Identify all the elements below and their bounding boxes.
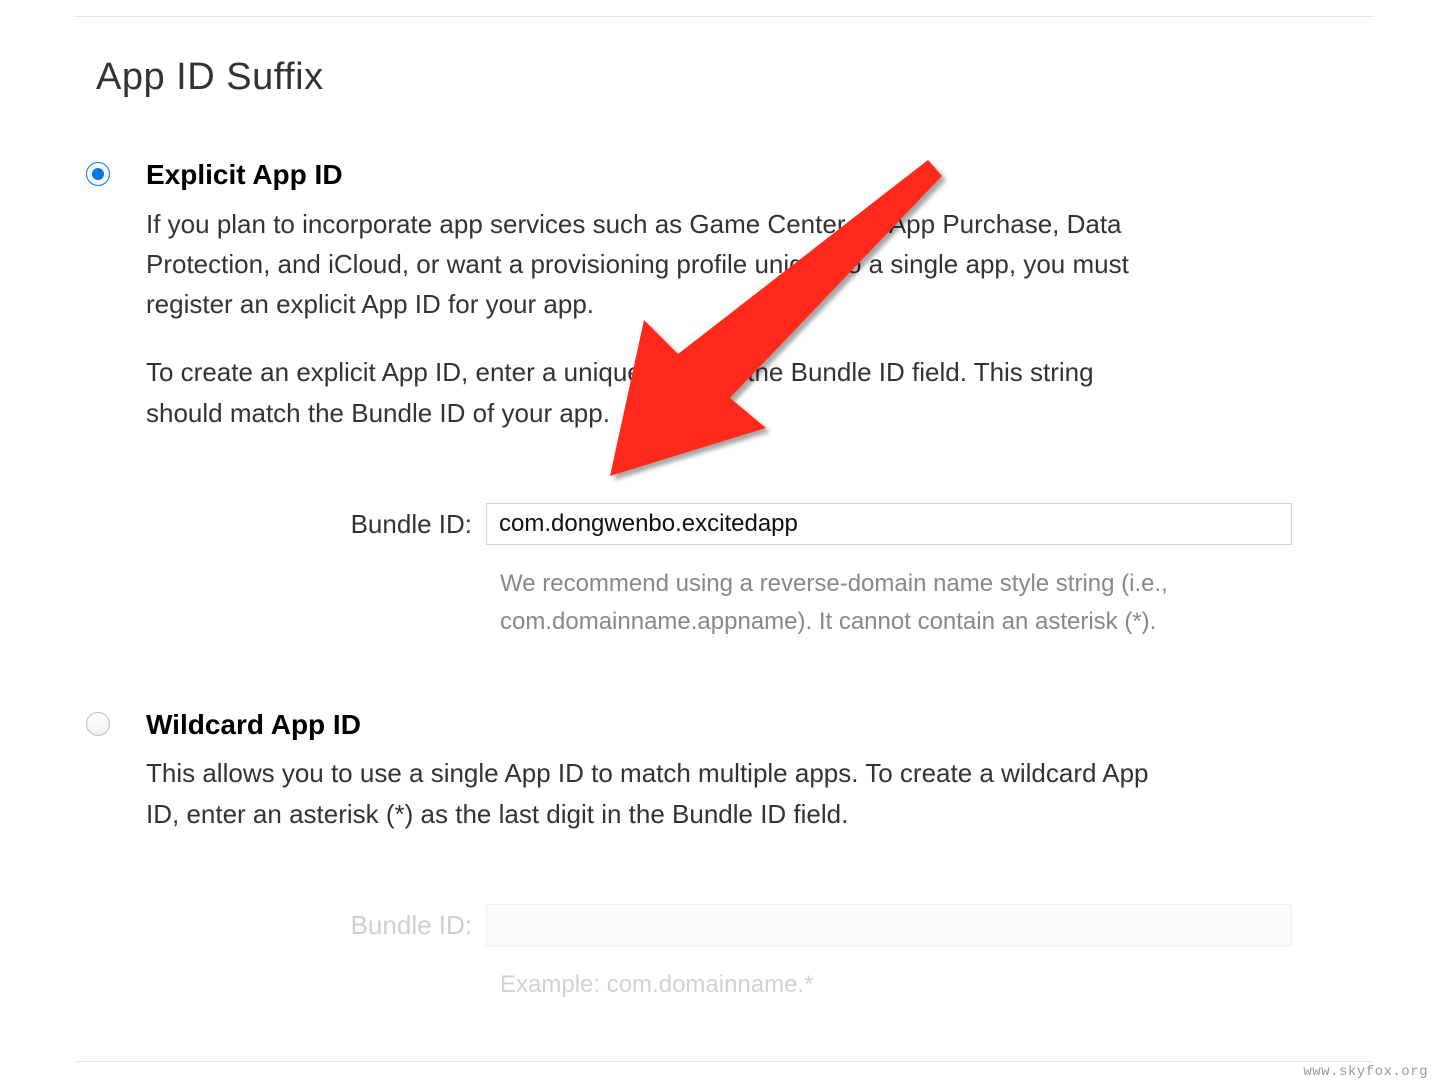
option-explicit-desc2: To create an explicit App ID, enter a un… [146,352,1170,433]
option-explicit-body: Explicit App ID If you plan to incorpora… [146,158,1362,642]
bundle-id-hint-wildcard: Example: com.domainname.* [500,966,813,1004]
option-wildcard-desc1: This allows you to use a single App ID t… [146,753,1170,834]
content-area: Explicit App ID If you plan to incorpora… [86,158,1362,1004]
bundle-id-row-explicit: Bundle ID: [146,503,1362,545]
bundle-id-hint-explicit: We recommend using a reverse-domain name… [500,565,1306,642]
option-explicit-title: Explicit App ID [146,158,1362,192]
option-explicit: Explicit App ID If you plan to incorpora… [86,158,1362,642]
option-explicit-desc1: If you plan to incorporate app services … [146,204,1170,325]
option-wildcard-body: Wildcard App ID This allows you to use a… [146,708,1362,1005]
radio-wildcard[interactable] [86,712,110,736]
option-wildcard: Wildcard App ID This allows you to use a… [86,708,1362,1005]
bundle-id-label-explicit: Bundle ID: [146,509,486,540]
bundle-id-input-explicit[interactable] [486,503,1292,545]
top-divider [74,16,1374,17]
bundle-id-input-wildcard[interactable] [486,904,1292,946]
bundle-id-hint-row-wildcard: Example: com.domainname.* [146,946,1362,1004]
bundle-id-label-wildcard: Bundle ID: [146,910,486,941]
page-root: App ID Suffix Explicit App ID If you pla… [0,0,1448,1086]
bundle-id-hint-row-explicit: We recommend using a reverse-domain name… [146,545,1362,642]
radio-explicit[interactable] [86,162,110,186]
option-radio-cell-wildcard [86,708,146,1005]
watermark: www.skyfox.org [1303,1064,1428,1080]
option-wildcard-title: Wildcard App ID [146,708,1362,742]
section-title: App ID Suffix [96,56,324,99]
bundle-id-row-wildcard: Bundle ID: [146,904,1362,946]
option-radio-cell [86,158,146,642]
bottom-divider [74,1061,1374,1062]
